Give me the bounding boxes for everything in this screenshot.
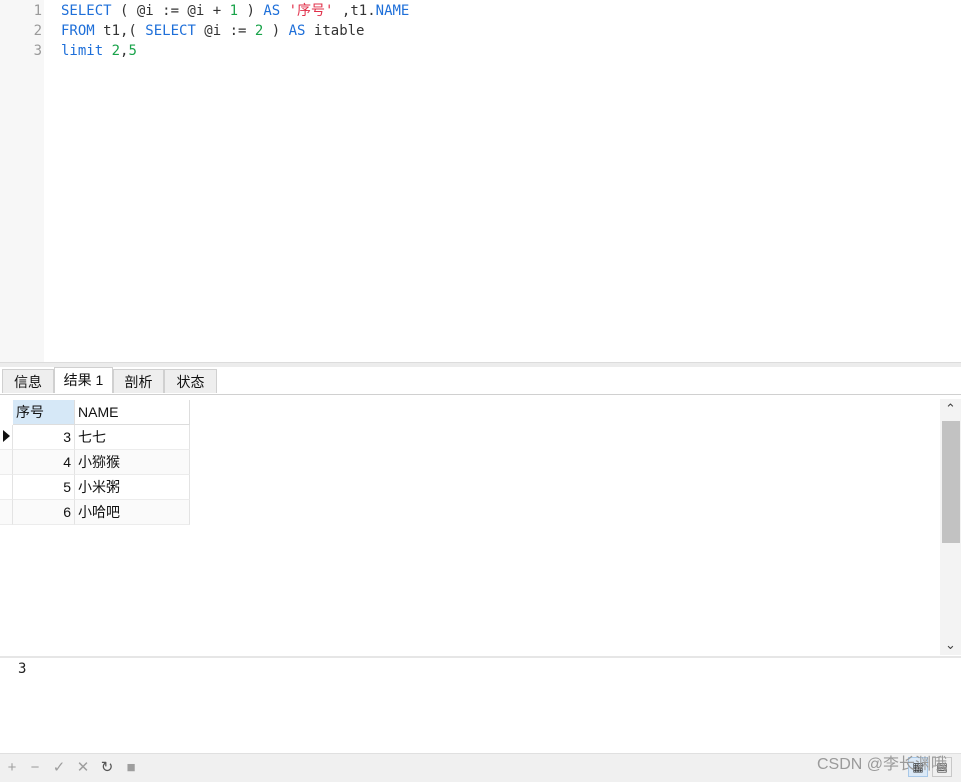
tab-result-1[interactable]: 结果 1 (54, 367, 113, 393)
code-token: ) (238, 3, 264, 19)
cell-name[interactable]: 小猕猴 (75, 450, 190, 475)
cell-value-panel[interactable]: 3 (0, 656, 961, 755)
result-grid[interactable]: 序号 NAME 3 七七 4 小猕猴 5 小米粥 6 小哈吧 (0, 395, 940, 655)
row-indicator[interactable] (0, 475, 13, 500)
code-token: SELECT (145, 23, 196, 39)
scroll-up-icon[interactable]: ⌃ (940, 399, 961, 419)
plus-icon[interactable]: + (2, 758, 22, 778)
code-token: AS (288, 23, 306, 39)
line-number: 1 (33, 3, 42, 19)
code-line-1[interactable]: SELECT ( @i := @i + 1 ) AS '序号' ,t1.NAME (61, 1, 409, 21)
x-icon[interactable]: ✕ (73, 758, 93, 778)
grid-toolbar: + − ✓ ✕ ↻ ■ ▦ ▤ CSDN @李长渊哦 (0, 753, 961, 782)
code-token: '序号' (288, 3, 334, 19)
cell-seq[interactable]: 3 (13, 425, 75, 450)
check-icon[interactable]: ✓ (49, 758, 69, 778)
code-token: itable (305, 23, 365, 39)
tab-status[interactable]: 状态 (164, 369, 217, 393)
code-token: ) (263, 23, 289, 39)
watermark: CSDN @李长渊哦 (816, 756, 947, 773)
cell-name[interactable]: 小米粥 (75, 475, 190, 500)
code-line-3[interactable]: limit 2,5 (61, 41, 137, 61)
code-token: FROM (61, 23, 95, 39)
code-token: 1 (229, 3, 239, 19)
cell-seq[interactable]: 4 (13, 450, 75, 475)
line-number: 2 (33, 23, 42, 39)
row-indicator[interactable] (0, 500, 13, 525)
refresh-icon[interactable]: ↻ (97, 758, 117, 778)
code-line-2[interactable]: FROM t1,( SELECT @i := 2 ) AS itable (61, 21, 365, 41)
cell-name[interactable]: 七七 (75, 425, 190, 450)
minus-icon[interactable]: − (25, 758, 45, 778)
code-token: 2 (111, 43, 121, 59)
row-indicator[interactable] (0, 450, 13, 475)
column-header-name[interactable]: NAME (75, 400, 190, 425)
result-tabs: 信息 结果 1 剖析 状态 (0, 367, 961, 395)
code-token: t1,( (94, 23, 146, 39)
sql-editor[interactable]: 1 2 3 SELECT ( @i := @i + 1 ) AS '序号' ,t… (0, 0, 961, 362)
scroll-down-icon[interactable]: ⌄ (940, 635, 961, 655)
code-token: 5 (128, 43, 137, 59)
tab-profile[interactable]: 剖析 (113, 369, 164, 393)
code-token: @i := (195, 23, 255, 39)
cell-value-text: 3 (18, 661, 27, 677)
column-header-seq[interactable]: 序号 (13, 400, 75, 425)
current-row-arrow-icon (3, 430, 10, 442)
code-token: NAME (375, 3, 410, 19)
code-token: SELECT (61, 3, 112, 19)
stop-icon[interactable]: ■ (121, 758, 141, 778)
cell-seq[interactable]: 5 (13, 475, 75, 500)
tab-info[interactable]: 信息 (2, 369, 54, 393)
code-token: ,t1. (333, 3, 376, 19)
cell-seq[interactable]: 6 (13, 500, 75, 525)
scroll-thumb[interactable] (942, 421, 960, 543)
line-number: 3 (33, 43, 42, 59)
line-number-gutter: 1 2 3 (0, 0, 44, 362)
code-token: ( @i := @i + (111, 3, 230, 19)
vertical-scrollbar[interactable]: ⌃ ⌄ (940, 399, 961, 655)
code-token: limit (61, 43, 104, 59)
row-indicator[interactable] (0, 425, 13, 450)
code-token: AS (263, 3, 281, 19)
cell-name[interactable]: 小哈吧 (75, 500, 190, 525)
